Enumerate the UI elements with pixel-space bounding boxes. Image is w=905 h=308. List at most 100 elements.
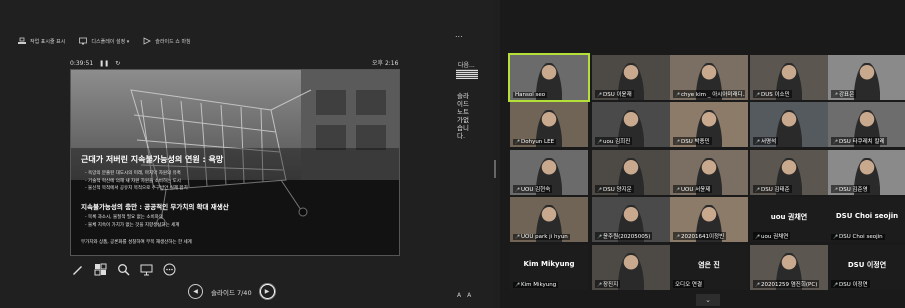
participant-tile[interactable]: DSU 이정연 🎤DSU 이정연 — [828, 245, 905, 290]
notes-pane: 다음... 슬라이드노트가없습니다. — [440, 56, 486, 308]
current-slide: 근대가 저버린 지속불가능성의 연원 : 욕망 - 욕망의 분출된 대도시의 미… — [70, 69, 400, 256]
more-options-icon[interactable] — [162, 262, 176, 276]
participant-tile[interactable]: 🎤20201641이정빈 — [670, 197, 748, 242]
timer-bar: 0:39:51 ❚❚ ↻ — [70, 58, 400, 68]
participant-name-label: 🎤DSU 양지운 — [595, 185, 634, 193]
taskbar-icon — [18, 37, 26, 44]
participant-tile[interactable]: 🎤강표은 — [828, 55, 905, 100]
muted-mic-icon: 🎤 — [833, 282, 838, 287]
participant-name-label: 🎤DSU 김준영 — [831, 185, 870, 193]
toolbar-more-button[interactable]: ... — [455, 30, 463, 39]
muted-mic-icon: 🎤 — [675, 187, 680, 192]
participant-name: Kim Mikyung — [520, 282, 557, 288]
muted-mic-icon: 🎤 — [597, 234, 602, 239]
slide-bullet: - 목록 과소시, 물질적 필요 없는 소비와의 — [85, 215, 163, 220]
participant-tile[interactable]: Hansol seo — [508, 53, 590, 102]
presenter-toolbar: 작업 표시줄 표시 디스플레이 설정 ▾ 슬라이드 쇼 마침 — [0, 30, 440, 52]
participant-name-label: 🎤20201259 염진희(PC) — [753, 280, 820, 288]
participant-tile[interactable]: DSU Choi seojin 🎤DSU Choi seojin — [828, 197, 905, 242]
participant-name-label: 🎤UOU 서윤제 — [673, 185, 713, 193]
participant-video — [854, 63, 880, 100]
participant-name: Dohyun LEE — [520, 139, 555, 145]
black-screen-icon[interactable] — [139, 262, 153, 276]
muted-mic-icon: 🎤 — [833, 139, 838, 144]
participant-video — [776, 110, 802, 147]
participant-tile[interactable]: 🎤윤주원(20205005) — [592, 197, 670, 242]
see-all-slides-icon[interactable] — [93, 262, 107, 276]
participant-name-label: 🎤DSU 박종민 — [673, 137, 712, 145]
video-gallery: Hansol seo 🎤DSU 이윤재 🎤chye kim _ 아시아미래디... 🎤… — [500, 0, 905, 308]
participant-name: DSU 이윤재 — [602, 92, 632, 98]
participant-name: chye kim _ 아시아미래디... — [680, 92, 745, 98]
participant-tile[interactable]: 🎤DSU 이윤재 — [592, 55, 670, 100]
muted-mic-icon: 🎤 — [755, 234, 760, 239]
end-slideshow-button[interactable]: 슬라이드 쇼 마침 — [143, 37, 191, 45]
next-slide-label: 다음... — [458, 62, 475, 69]
zoom-icon[interactable] — [116, 262, 130, 276]
previous-slide-button[interactable]: ◀ — [188, 284, 203, 299]
show-taskbar-label: 작업 표시줄 표시 — [30, 38, 66, 45]
participant-name-label: 🎤DSU 이정연 — [831, 280, 870, 288]
slide-bullet: - 욕망의 분출된 대도시의 미래, 마지막 자원의 유혹 — [85, 171, 181, 176]
participant-video — [618, 253, 644, 290]
participant-tile[interactable]: 🎤DSU 김준영 — [828, 150, 905, 195]
clock: 오후 2:16 — [372, 60, 399, 67]
slide-subtitle: 지속불가능성의 충만 : 공공적인 무가치의 확대 재생산 — [81, 203, 229, 211]
participant-name: 20201641이정빈 — [680, 234, 725, 240]
slide-counter: 슬라이드 7/40 — [211, 288, 252, 297]
participant-tile[interactable]: 🎤Dohyun LEE — [510, 102, 588, 147]
muted-mic-icon: 🎤 — [755, 282, 760, 287]
participant-tile[interactable]: 🎤DSU 박종민 — [670, 102, 748, 147]
participant-name: 서명석 — [760, 139, 777, 145]
muted-mic-icon: 🎤 — [675, 139, 680, 144]
display-settings-button[interactable]: 디스플레이 설정 ▾ — [79, 37, 129, 45]
participant-name-label: 🎤DSU 김태준 — [753, 185, 792, 193]
elapsed-timer: 0:39:51 — [70, 59, 94, 67]
participant-tile[interactable]: uou 권채연 🎤uou 권채연 — [750, 197, 828, 242]
gallery-scroll-down-button[interactable]: ⌄ — [696, 294, 720, 306]
participant-tile[interactable]: 🎤DUS 이소민 — [750, 55, 828, 100]
slide-title: 근대가 저버린 지속불가능성의 연원 : 욕망 — [81, 155, 224, 164]
participant-tile[interactable]: 🎤DSU 김태준 — [750, 150, 828, 195]
end-slideshow-label: 슬라이드 쇼 마침 — [155, 38, 191, 45]
slide-bullets-2: - 목록 과소시, 물질적 필요 없는 소비와의 - 물체 지속이 가치가 없는… — [85, 214, 179, 229]
end-show-icon — [143, 37, 152, 45]
pen-icon[interactable] — [70, 262, 84, 276]
participant-name-label: 🎤20201641이정빈 — [673, 232, 727, 240]
participant-name-label: 🎤Kim Mikyung — [513, 282, 559, 288]
participant-tile[interactable]: 🎤chye kim _ 아시아미래디... — [670, 55, 748, 100]
pane-splitter[interactable] — [494, 160, 496, 178]
muted-mic-icon: 🎤 — [833, 187, 838, 192]
participant-name-label: 🎤uou 권채연 — [753, 232, 791, 240]
slide-bullet: - 기술적 혁신에 의해 새 자원 자원을 소비하는 도시 — [85, 178, 181, 184]
participant-tile[interactable]: 염은 진 오디오 연결 — [670, 245, 748, 290]
decrease-font-button[interactable]: A — [467, 292, 471, 299]
participant-name-label: 🎤DSU Choi seojin — [831, 234, 885, 240]
slide-navigation: ◀ 슬라이드 7/40 ▶ — [188, 284, 275, 299]
participant-tile[interactable]: 🎤20201259 염진희(PC) — [750, 245, 828, 290]
participant-tile[interactable]: 🎤UOU park ji hyun — [510, 197, 588, 242]
participant-name-label: 🎤chye kim _ 아시아미래디... — [673, 90, 745, 98]
pause-icon[interactable]: ❚❚ — [99, 60, 109, 67]
next-slide-button[interactable]: ▶ — [259, 284, 275, 299]
participant-tile[interactable]: 🎤uou 김희진 — [592, 102, 670, 147]
muted-mic-icon: 🎤 — [597, 282, 602, 287]
show-taskbar-button[interactable]: 작업 표시줄 표시 — [18, 37, 65, 45]
increase-font-button[interactable]: A — [457, 292, 461, 299]
participant-tile[interactable]: 🎤DSU 타쿠레치 칼레 — [828, 102, 905, 147]
participant-name: 장진지 — [602, 282, 619, 288]
participant-tile[interactable]: 🎤장진지 — [592, 245, 670, 290]
participant-name: UOU 서윤제 — [680, 187, 711, 193]
speaker-notes: 슬라이드노트가없습니다. — [457, 92, 469, 140]
presenter-view: 작업 표시줄 표시 디스플레이 설정 ▾ 슬라이드 쇼 마침 ... 0:39:… — [0, 0, 494, 308]
participant-name: DSU 박종민 — [680, 139, 710, 145]
reset-timer-icon[interactable]: ↻ — [115, 60, 120, 67]
participant-tile[interactable]: 🎤DSU 양지운 — [592, 150, 670, 195]
notes-font-controls: A A — [457, 292, 471, 299]
participant-name: uou 김희진 — [602, 139, 631, 145]
participant-tile[interactable]: 🎤UOU 김현숙 — [510, 150, 588, 195]
participant-tile[interactable]: Kim Mikyung 🎤Kim Mikyung — [510, 245, 588, 290]
participant-tile[interactable]: 🎤UOU 서윤제 — [670, 150, 748, 195]
participant-tile[interactable]: 🎤서명석 — [750, 102, 828, 147]
next-slide-thumbnail[interactable] — [456, 69, 478, 79]
